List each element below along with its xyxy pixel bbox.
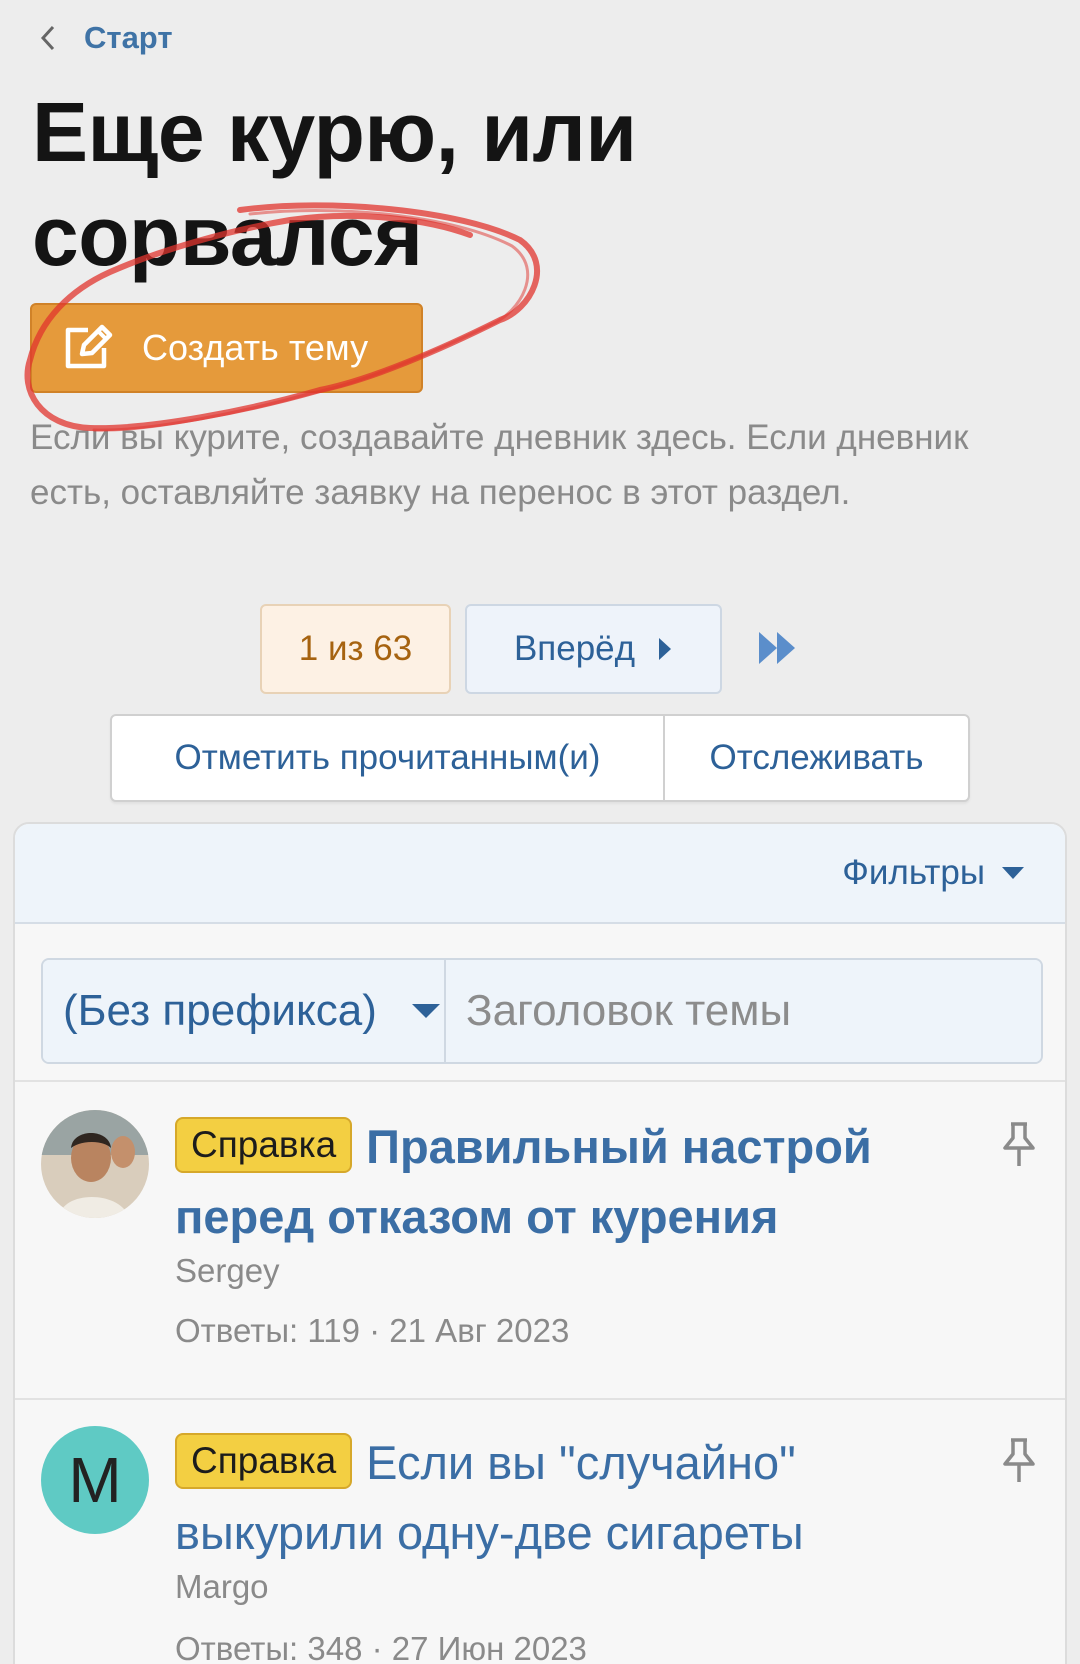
filters-bar: Фильтры: [15, 824, 1065, 924]
caret-right-icon: [659, 638, 672, 660]
mark-read-button[interactable]: Отметить прочитанным(и): [112, 716, 665, 800]
pager-last-page-icon[interactable]: [757, 628, 799, 668]
forum-actions: Отметить прочитанным(и) Отслеживать: [110, 714, 970, 802]
avatar-photo: [41, 1110, 149, 1218]
thread-title[interactable]: Справка Если вы "случайно" выкурили одну-…: [175, 1428, 955, 1568]
avatar[interactable]: M: [41, 1426, 149, 1534]
thread-item[interactable]: M Справка Если вы "случайно" выкурили одн…: [15, 1400, 1065, 1664]
thread-meta: Ответы: 348 · 27 Июн 2023: [175, 1630, 587, 1664]
create-thread-button[interactable]: Создать тему: [30, 303, 423, 393]
prefix-select-value: (Без префикса): [63, 986, 377, 1035]
prefix-select[interactable]: (Без префикса): [43, 960, 446, 1062]
thread-meta: Ответы: 119 · 21 Авг 2023: [175, 1312, 570, 1349]
watch-button[interactable]: Отслеживать: [665, 716, 968, 800]
pager-next-button[interactable]: Вперёд: [465, 604, 722, 694]
pin-icon: [1003, 1122, 1035, 1166]
prefix-badge[interactable]: Справка: [175, 1117, 353, 1173]
avatar[interactable]: [41, 1110, 149, 1218]
page-title: Еще курю, или сорвался: [32, 85, 637, 283]
pager-next-label: Вперёд: [513, 629, 636, 668]
breadcrumb-label: Старт: [84, 20, 173, 55]
caret-down-icon: [1002, 867, 1024, 879]
thread-title[interactable]: Справка Правильный настрой перед отказом …: [175, 1112, 955, 1252]
quick-thread-form: (Без префикса): [41, 958, 1043, 1064]
caret-down-icon: [411, 1004, 440, 1018]
thread-list-panel: Фильтры (Без префикса) Справк: [13, 822, 1067, 1664]
create-thread-label: Создать тему: [142, 327, 369, 368]
breadcrumb[interactable]: Старт: [38, 18, 173, 58]
pager-current-page[interactable]: 1 из 63: [260, 604, 451, 694]
prefix-badge[interactable]: Справка: [175, 1433, 353, 1489]
thread-author[interactable]: Margo: [175, 1568, 269, 1606]
forum-description: Если вы курите, создавайте дневник здесь…: [30, 418, 969, 512]
edit-icon: [65, 324, 113, 369]
thread-item[interactable]: Справка Правильный настрой перед отказом …: [15, 1082, 1065, 1382]
filters-toggle[interactable]: Фильтры: [842, 853, 985, 893]
thread-title-input[interactable]: [446, 960, 1041, 1062]
chevron-left-icon: [40, 25, 55, 51]
thread-author[interactable]: Sergey: [175, 1252, 280, 1290]
pin-icon: [1003, 1438, 1035, 1482]
